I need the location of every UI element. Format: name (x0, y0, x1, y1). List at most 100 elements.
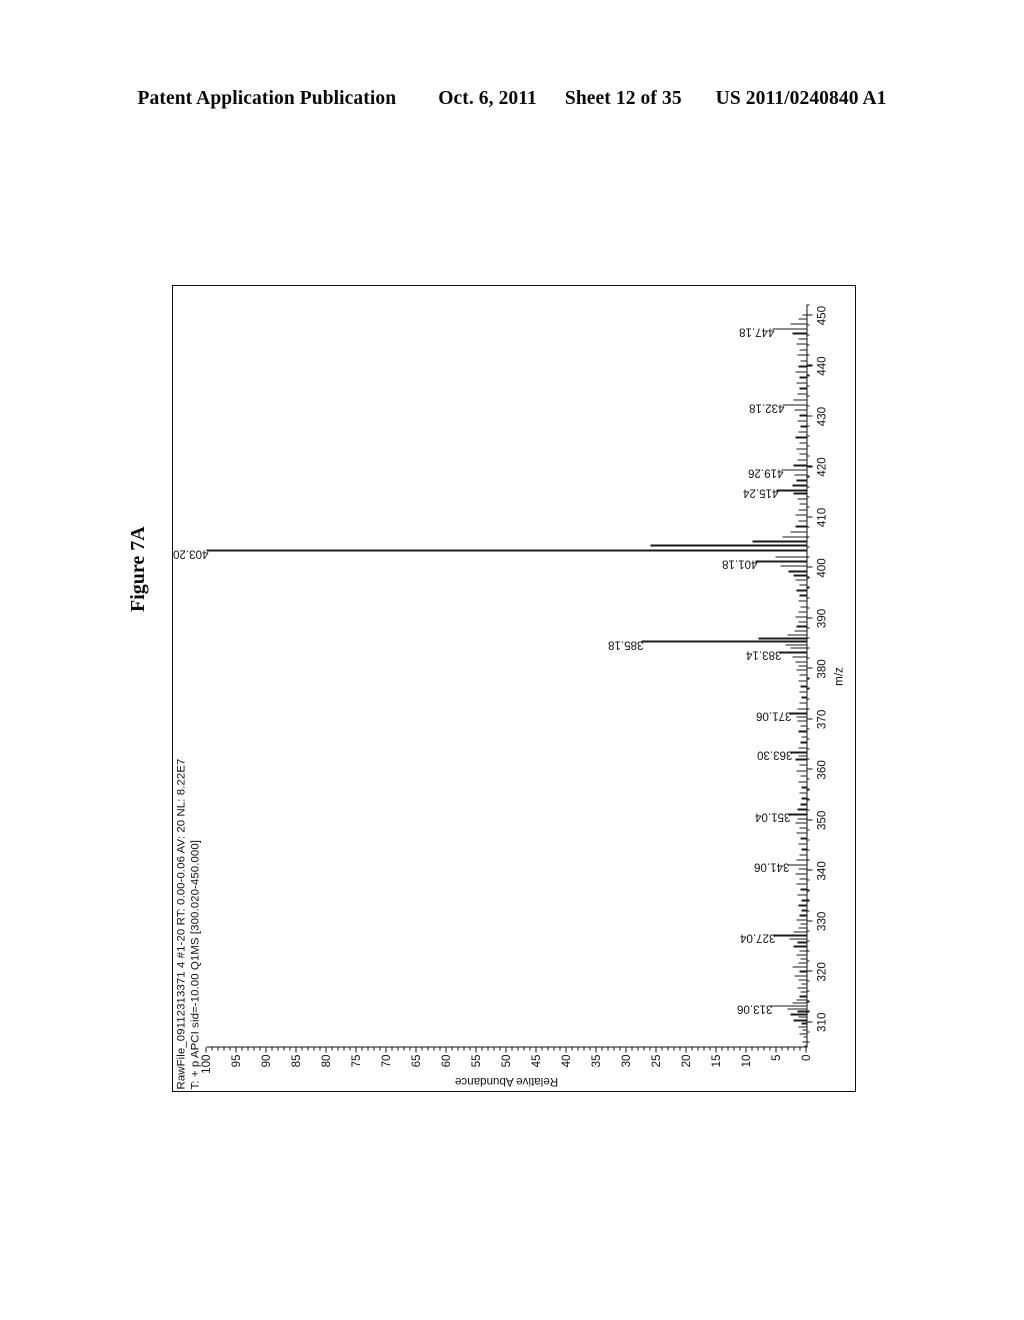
y-axis-tick-minor (492, 1047, 494, 1050)
y-axis-tick-minor (588, 1047, 590, 1050)
y-axis-tick-label: 70 (379, 1054, 393, 1067)
spectrum-peak (786, 863, 806, 865)
spectrum-peak (798, 376, 806, 378)
x-axis-tick-minor (806, 960, 810, 962)
y-axis-tick-minor (480, 1047, 482, 1050)
y-axis-tick-minor (726, 1047, 728, 1050)
spectrum-peak (797, 1010, 806, 1012)
x-axis-tick-minor (806, 788, 810, 790)
spectrum-peak (797, 961, 806, 964)
spectrum-peak (206, 549, 806, 552)
y-axis-tick-major (504, 1047, 506, 1052)
spectrum-peak (800, 724, 806, 726)
spectrum-peak (802, 1040, 806, 1042)
peak-label: 351.04 (754, 810, 790, 824)
spectrum-peak (799, 348, 806, 350)
y-axis-tick-minor (408, 1047, 410, 1050)
y-axis-tick-minor (750, 1047, 752, 1050)
x-axis-tick-major (806, 566, 812, 568)
spectrum-peak (795, 343, 806, 345)
spectrum-peak (796, 918, 806, 920)
x-axis-title: m/z (832, 666, 845, 686)
spectrum-peak (796, 769, 806, 771)
spectrum-peak (798, 690, 806, 693)
peak-label: 447.18 (738, 324, 775, 338)
spectrum-peak (800, 786, 806, 788)
spectrum-peak (800, 741, 806, 743)
y-axis-tick-label: 25 (649, 1054, 663, 1067)
peak-label: 341.06 (753, 860, 789, 874)
peak-label: 432.18 (748, 400, 784, 414)
spectrum-peak (798, 878, 806, 880)
peak-label: 403.20 (173, 546, 208, 560)
spectrum-peak (797, 707, 806, 709)
spectrum-peak (801, 313, 806, 316)
spectrum-peak (791, 332, 806, 334)
plot-area: m/z Relative Abundance 0 5 10 15 20 25 30 35 40 4… (173, 303, 845, 1088)
spectrum-peak (794, 660, 806, 662)
x-axis-tick-minor (806, 737, 810, 740)
spectrum-peak (797, 458, 806, 460)
spectrum-peak (795, 883, 806, 885)
y-axis-tick-label: 90 (259, 1054, 273, 1067)
x-axis-tick-minor (806, 1030, 810, 1032)
spectrum-peak (782, 535, 806, 538)
y-axis-tick-minor (636, 1047, 638, 1050)
spectrum-peak (799, 594, 806, 596)
spectrum-peak (792, 464, 806, 466)
spectrum-peak (790, 322, 806, 325)
y-axis-tick-minor (660, 1047, 662, 1050)
spectrum-peak (797, 754, 806, 757)
peak-label: 363.30 (756, 748, 793, 762)
y-axis-tick-label: 10 (739, 1054, 753, 1067)
y-axis-tick-label: 55 (469, 1054, 483, 1067)
spectrum-peak (797, 317, 806, 320)
spectrum-peak (797, 1025, 806, 1027)
spectrum-peak (770, 1005, 806, 1007)
figure-label: Figure 7A (127, 526, 149, 612)
spectrum-peak (799, 387, 806, 389)
y-axis-tick-minor (366, 1047, 368, 1050)
x-axis-tick-minor (806, 475, 810, 477)
peak-label: 401.18 (721, 557, 757, 571)
spectrum-peak (797, 746, 806, 749)
spectrum-peak (796, 669, 806, 671)
spectrum-peak (799, 453, 806, 455)
spectrum-peak (797, 519, 806, 522)
spectrum-peak (799, 1032, 806, 1034)
x-axis-tick-label: 380 (815, 658, 828, 679)
x-axis-tick-major (806, 818, 812, 820)
y-axis-tick-minor (546, 1047, 548, 1050)
x-axis-tick-major (806, 313, 812, 316)
y-axis-tick-label: 100 (199, 1054, 213, 1074)
peak-label: 415.24 (742, 486, 778, 500)
spectrum-peak (755, 560, 806, 562)
x-axis-tick-label: 310 (815, 1012, 828, 1032)
x-axis-tick-minor (806, 687, 810, 689)
y-axis-tick-major (474, 1047, 476, 1052)
y-axis-tick-major (744, 1047, 746, 1052)
spectrum-peak (795, 370, 806, 373)
y-axis-tick-minor (390, 1047, 392, 1050)
x-axis-tick-major (806, 414, 812, 417)
spectrum-peak (797, 842, 806, 845)
spectrum-peak (780, 468, 806, 471)
publication-title: Patent Application Publication (137, 88, 397, 109)
y-axis-tick-minor (552, 1047, 554, 1050)
spectrum-peak (788, 570, 806, 572)
y-axis-tick-minor (252, 1047, 254, 1050)
patent-number: US 2011/0240840 A1 (715, 88, 887, 109)
y-axis-tick-major (234, 1047, 236, 1052)
spectrum-peak (794, 473, 806, 476)
spectrum-peak (798, 791, 806, 794)
peak-label: 371.06 (755, 709, 792, 723)
spectrum-peak (799, 503, 806, 505)
sheet-number: Sheet 12 of 35 (564, 88, 682, 109)
y-axis-tick-major (384, 1047, 386, 1052)
y-axis-tick-label: 85 (289, 1054, 303, 1067)
y-axis-tick-label: 35 (589, 1054, 603, 1067)
spectrum-peak (797, 497, 806, 499)
y-axis-tick-minor (342, 1047, 344, 1050)
spectrum-peak (792, 1019, 806, 1021)
y-axis-tick-minor (276, 1047, 278, 1050)
